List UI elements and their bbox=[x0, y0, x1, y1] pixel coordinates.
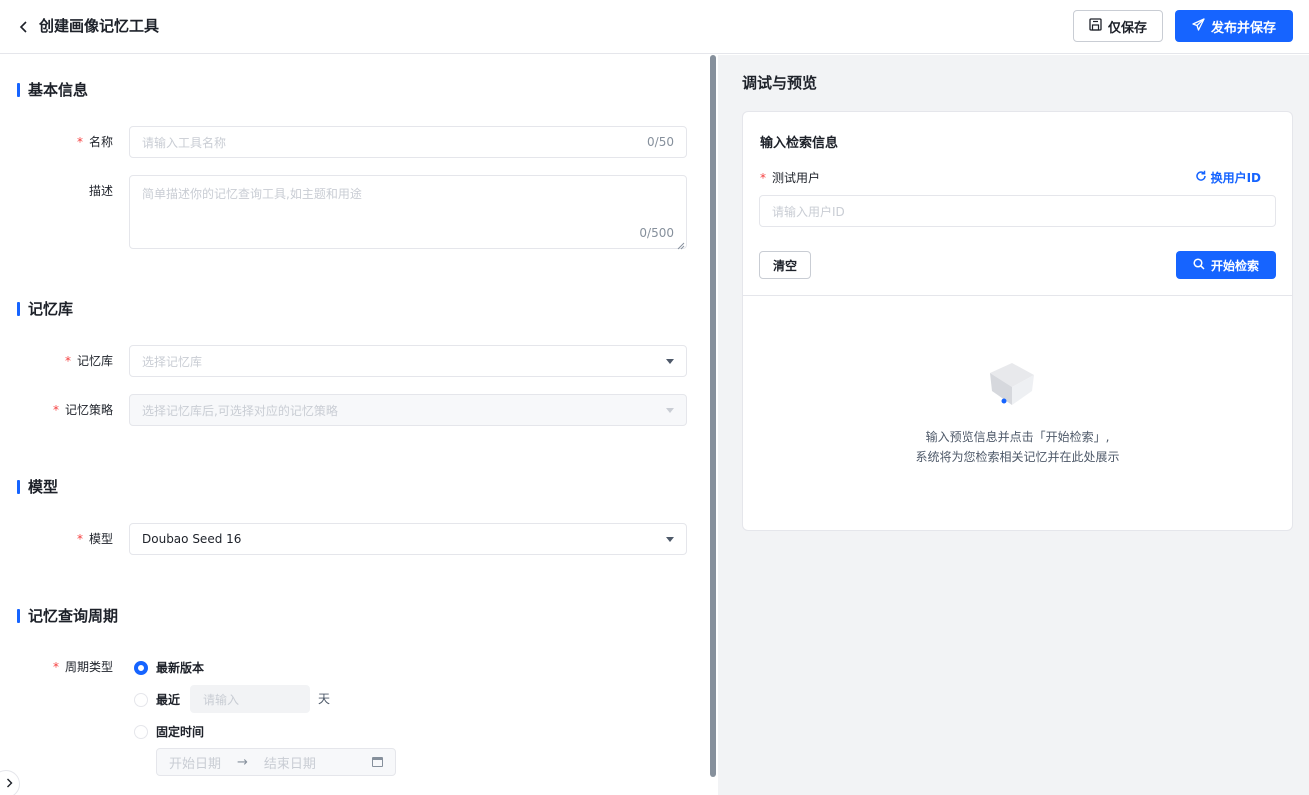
period-type-label: * 周期类型 bbox=[0, 651, 113, 683]
desc-field-label: 描述 bbox=[0, 175, 113, 207]
radio-checked-icon[interactable] bbox=[134, 660, 148, 675]
model-label-text: 模型 bbox=[88, 532, 113, 546]
model-field-label: * 模型 bbox=[0, 523, 113, 555]
section-query-period-title: 记忆查询周期 bbox=[28, 607, 119, 625]
section-memory-store-title: 记忆库 bbox=[28, 300, 74, 318]
empty-state-text: 输入预览信息并点击「开始检索」, 系统将为您检索相关记忆并在此处展示 bbox=[743, 427, 1292, 467]
section-model-title: 模型 bbox=[28, 478, 59, 496]
required-mark: * bbox=[52, 403, 59, 417]
required-mark: * bbox=[64, 354, 71, 368]
search-card-title: 输入检索信息 bbox=[760, 136, 839, 151]
empty-state-line-1: 输入预览信息并点击「开始检索」, bbox=[925, 430, 1110, 444]
radio-recent[interactable]: 最近 bbox=[134, 691, 180, 708]
desc-char-count: 0/500 bbox=[639, 226, 674, 240]
refresh-icon bbox=[1195, 170, 1207, 185]
name-char-count: 0/50 bbox=[647, 135, 674, 149]
section-memory-store: 记忆库 bbox=[17, 298, 73, 319]
name-placeholder: 请输入工具名称 bbox=[142, 135, 227, 150]
store-field-label: * 记忆库 bbox=[0, 345, 113, 377]
chevron-right-icon bbox=[6, 777, 13, 791]
model-selected-value: Doubao Seed 16 bbox=[142, 532, 242, 546]
section-query-period: 记忆查询周期 bbox=[17, 605, 118, 626]
section-marker bbox=[17, 301, 20, 316]
clear-button[interactable]: 清空 bbox=[759, 251, 811, 279]
end-date-placeholder: 结束日期 bbox=[263, 756, 316, 772]
empty-state-line-2: 系统将为您检索相关记忆并在此处展示 bbox=[915, 450, 1120, 464]
recent-days-placeholder: 请输入 bbox=[203, 692, 240, 707]
publish-save-label: 发布并保存 bbox=[1210, 20, 1276, 36]
send-icon bbox=[1192, 17, 1205, 35]
name-input[interactable]: 请输入工具名称 0/50 bbox=[129, 126, 687, 158]
description-textarea[interactable]: 简单描述你的记忆查询工具,如主题和用途 0/500 bbox=[129, 175, 687, 250]
form-scrollbar[interactable] bbox=[710, 55, 716, 777]
test-user-label: * 测试用户 bbox=[760, 169, 820, 186]
section-marker bbox=[17, 479, 20, 494]
calendar-icon bbox=[372, 757, 383, 767]
recent-days-input[interactable]: 请输入 bbox=[190, 685, 310, 713]
section-basic-info-title: 基本信息 bbox=[28, 81, 89, 99]
radio-recent-label: 最近 bbox=[156, 693, 181, 707]
save-only-label: 仅保存 bbox=[1107, 20, 1147, 36]
empty-box-icon bbox=[986, 355, 1050, 411]
required-mark: * bbox=[52, 660, 59, 674]
start-search-label: 开始检索 bbox=[1210, 258, 1259, 273]
start-date-placeholder: 开始日期 bbox=[169, 756, 222, 772]
memory-store-select[interactable]: 选择记忆库 bbox=[129, 345, 687, 377]
card-divider bbox=[743, 295, 1292, 296]
page-title: 创建画像记忆工具 bbox=[39, 17, 160, 35]
search-icon bbox=[1193, 257, 1205, 273]
section-marker bbox=[17, 82, 20, 97]
search-card: 输入检索信息 * 测试用户 换用户ID 请输入用户ID 清空 开始检索 输入预览… bbox=[742, 111, 1293, 531]
memory-strategy-select: 选择记忆库后,可选择对应的记忆策略 bbox=[129, 394, 687, 426]
required-mark: * bbox=[76, 532, 83, 546]
radio-latest-version[interactable]: 最新版本 bbox=[134, 659, 204, 676]
period-type-label-text: 周期类型 bbox=[64, 660, 113, 674]
user-id-placeholder: 请输入用户ID bbox=[772, 204, 845, 219]
caret-down-icon bbox=[666, 536, 674, 542]
page-header: 创建画像记忆工具 仅保存 发布并保存 bbox=[0, 0, 1309, 54]
section-model: 模型 bbox=[17, 476, 58, 497]
test-user-label-text: 测试用户 bbox=[772, 171, 821, 185]
desc-placeholder: 简单描述你的记忆查询工具,如主题和用途 bbox=[142, 187, 362, 201]
start-search-button[interactable]: 开始检索 bbox=[1176, 251, 1276, 279]
strategy-field-label: * 记忆策略 bbox=[0, 394, 113, 426]
range-arrow: → bbox=[237, 754, 248, 770]
name-field-label: * 名称 bbox=[0, 126, 113, 158]
radio-fixed-label: 固定时间 bbox=[156, 725, 205, 739]
section-marker bbox=[17, 608, 20, 623]
switch-user-id-link[interactable]: 换用户ID bbox=[1195, 169, 1261, 186]
switch-user-id-label: 换用户ID bbox=[1210, 171, 1261, 185]
save-only-button[interactable]: 仅保存 bbox=[1073, 10, 1163, 42]
caret-down-icon bbox=[666, 407, 674, 413]
desc-label-text: 描述 bbox=[88, 184, 113, 198]
preview-panel: 调试与预览 输入检索信息 * 测试用户 换用户ID 请输入用户ID 清空 开始检索 bbox=[718, 55, 1309, 795]
store-label-text: 记忆库 bbox=[76, 354, 113, 368]
date-range-picker[interactable]: 开始日期 → 结束日期 bbox=[156, 748, 396, 776]
section-basic-info: 基本信息 bbox=[17, 79, 88, 100]
strategy-label-text: 记忆策略 bbox=[64, 403, 113, 417]
chevron-left-icon[interactable] bbox=[16, 16, 32, 38]
resize-handle-icon[interactable] bbox=[677, 239, 685, 250]
save-icon bbox=[1089, 17, 1102, 35]
name-label-text: 名称 bbox=[88, 135, 113, 149]
required-mark: * bbox=[76, 135, 83, 149]
radio-fixed-time[interactable]: 固定时间 bbox=[134, 723, 204, 740]
model-select[interactable]: Doubao Seed 16 bbox=[129, 523, 687, 555]
caret-down-icon bbox=[666, 358, 674, 364]
store-placeholder: 选择记忆库 bbox=[142, 354, 203, 369]
radio-unchecked-icon[interactable] bbox=[134, 692, 148, 707]
preview-title: 调试与预览 bbox=[742, 74, 818, 92]
recent-days-unit: 天 bbox=[318, 692, 331, 706]
radio-unchecked-icon[interactable] bbox=[134, 724, 148, 739]
strategy-placeholder: 选择记忆库后,可选择对应的记忆策略 bbox=[142, 403, 338, 418]
required-mark: * bbox=[760, 171, 766, 185]
user-id-input[interactable]: 请输入用户ID bbox=[759, 195, 1276, 227]
radio-latest-label: 最新版本 bbox=[156, 661, 205, 675]
publish-save-button[interactable]: 发布并保存 bbox=[1175, 10, 1293, 42]
